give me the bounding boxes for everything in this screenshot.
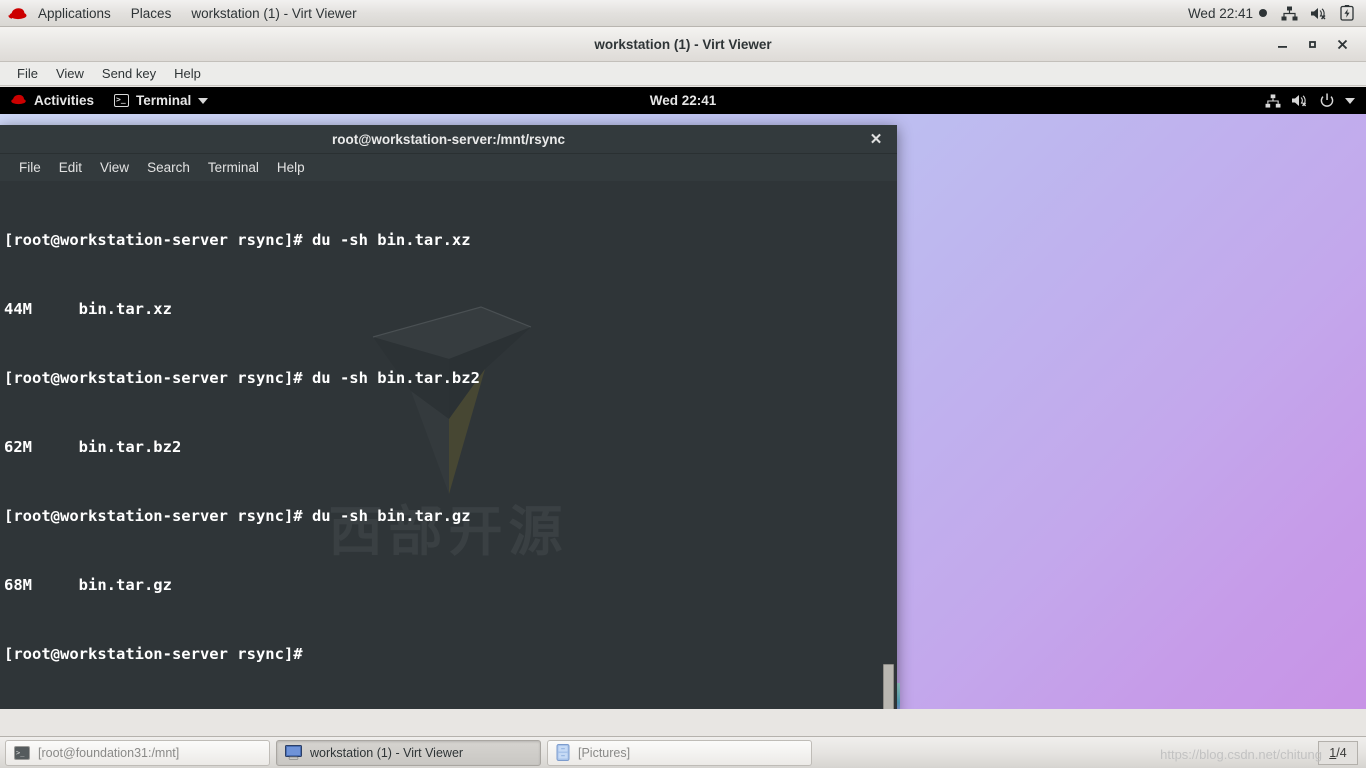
volume-muted-icon[interactable]: [1304, 6, 1334, 21]
page-watermark: https://blog.csdn.net/chitung: [1160, 746, 1322, 762]
virt-viewer-menubar: File View Send key Help: [0, 62, 1366, 86]
terminal-scrollbar[interactable]: [883, 181, 894, 709]
vv-menu-send-key[interactable]: Send key: [93, 62, 165, 86]
taskbar-item-virt-viewer[interactable]: workstation (1) - Virt Viewer: [276, 739, 541, 766]
network-icon[interactable]: [1275, 6, 1304, 21]
vv-menu-help[interactable]: Help: [165, 62, 210, 86]
vv-menu-view[interactable]: View: [47, 62, 93, 86]
minimize-button[interactable]: [1268, 30, 1296, 58]
terminal-menu-edit[interactable]: Edit: [50, 154, 91, 181]
terminal-menu-view[interactable]: View: [91, 154, 138, 181]
workspace-total: 4: [1339, 745, 1347, 760]
guest-top-panel: Activities Terminal Wed 22:41: [0, 87, 1366, 114]
terminal-line: [root@workstation-server rsync]# du -sh …: [4, 507, 471, 525]
activities-button[interactable]: Activities: [0, 87, 104, 114]
guest-status-area: [1262, 93, 1366, 109]
taskbar-item-label: [Pictures]: [578, 745, 631, 760]
taskbar-item-label: workstation (1) - Virt Viewer: [310, 745, 464, 760]
terminal-icon: [114, 93, 130, 107]
terminal-output: [root@workstation-server rsync]# du -sh …: [4, 183, 879, 709]
monitor-icon: [285, 745, 302, 760]
workspace-current: 1: [1329, 745, 1337, 760]
terminal-window: root@workstation-server:/mnt/rsync ✕ Fil…: [0, 125, 897, 709]
virt-viewer-titlebar[interactable]: workstation (1) - Virt Viewer: [0, 27, 1366, 62]
host-menu-applications[interactable]: Applications: [28, 0, 121, 27]
terminal-close-button[interactable]: ✕: [867, 130, 885, 148]
redhat-logo-icon: [8, 6, 28, 20]
redhat-icon: [10, 93, 27, 108]
terminal-line: [root@workstation-server rsync]# du -sh …: [4, 369, 480, 387]
vv-menu-file[interactable]: File: [8, 62, 47, 86]
guest-desktop: Activities Terminal Wed 22:41: [0, 87, 1366, 709]
terminal-menu-file[interactable]: File: [10, 154, 50, 181]
network-icon[interactable]: [1262, 93, 1284, 108]
host-clock[interactable]: Wed 22:41: [1180, 6, 1275, 21]
terminal-menu-terminal[interactable]: Terminal: [199, 154, 268, 181]
activities-label: Activities: [34, 93, 95, 108]
host-menu-places[interactable]: Places: [121, 0, 182, 27]
virt-viewer-title: workstation (1) - Virt Viewer: [594, 36, 772, 52]
guest-app-name: Terminal: [136, 93, 192, 108]
terminal-menubar: File Edit View Search Terminal Help: [0, 154, 897, 181]
terminal-line: 68M bin.tar.gz: [4, 576, 172, 594]
host-taskbar: [root@foundation31:/mnt] workstation (1)…: [0, 736, 1366, 768]
virt-viewer-window-controls: [1268, 30, 1366, 58]
host-panel-status-area: Wed 22:41: [1180, 5, 1366, 21]
terminal-scrollbar-thumb[interactable]: [883, 664, 894, 709]
terminal-line: [root@workstation-server rsync]#: [4, 645, 303, 663]
terminal-line: 44M bin.tar.xz: [4, 300, 172, 318]
host-active-window-title[interactable]: workstation (1) - Virt Viewer: [181, 0, 366, 27]
maximize-button[interactable]: [1298, 30, 1326, 58]
terminal-body[interactable]: 西部开源 [root@workstation-server rsync]# du…: [0, 181, 897, 709]
taskbar-item-label: [root@foundation31:/mnt]: [38, 745, 180, 760]
chevron-down-icon: [198, 97, 209, 104]
terminal-titlebar[interactable]: root@workstation-server:/mnt/rsync ✕: [0, 125, 897, 154]
drawer-icon: [556, 744, 570, 761]
taskbar-item-pictures[interactable]: [Pictures]: [547, 739, 812, 766]
terminal-title: root@workstation-server:/mnt/rsync: [332, 131, 565, 147]
terminal-line: 62M bin.tar.bz2: [4, 438, 182, 456]
workspace-switcher[interactable]: 1/4: [1318, 740, 1358, 765]
taskbar-item-foundation-terminal[interactable]: [root@foundation31:/mnt]: [5, 739, 270, 766]
terminal-menu-search[interactable]: Search: [138, 154, 199, 181]
close-button[interactable]: [1328, 30, 1356, 58]
notification-dot-icon: [1259, 9, 1267, 17]
host-top-panel: Applications Places workstation (1) - Vi…: [0, 0, 1366, 27]
host-clock-label: Wed 22:41: [1187, 5, 1253, 21]
terminal-icon: [14, 745, 30, 760]
taskbar-right-area: https://blog.csdn.net/chitung 1/4: [1160, 740, 1364, 765]
chevron-down-icon[interactable]: [1342, 97, 1358, 104]
terminal-line: [root@workstation-server rsync]# du -sh …: [4, 231, 471, 249]
volume-muted-icon[interactable]: [1288, 93, 1312, 108]
battery-icon[interactable]: [1334, 5, 1360, 21]
guest-app-menu[interactable]: Terminal: [104, 87, 218, 114]
power-icon[interactable]: [1316, 93, 1338, 109]
terminal-menu-help[interactable]: Help: [268, 154, 314, 181]
